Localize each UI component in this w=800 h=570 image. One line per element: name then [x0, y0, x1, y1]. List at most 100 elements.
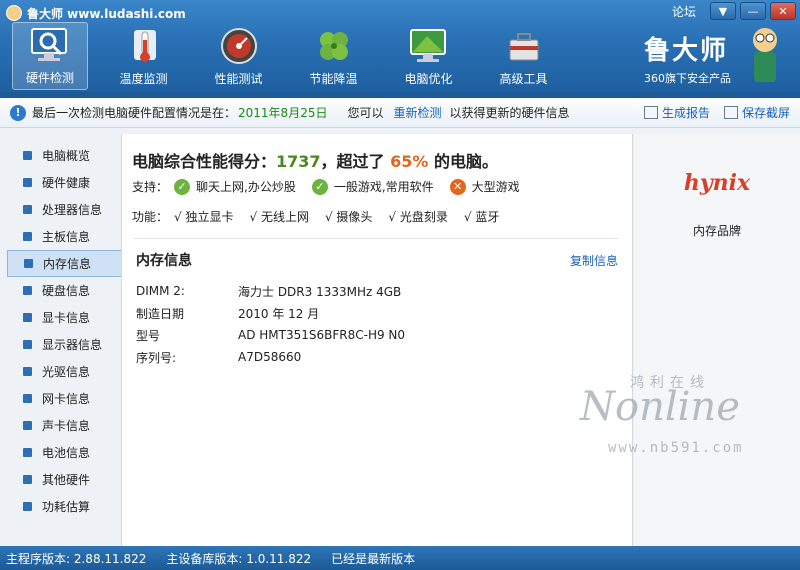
brand-panel: hynix 内存品牌 [634, 134, 800, 546]
sidebar-item-display[interactable]: 显示器信息 [7, 331, 125, 358]
support-row: 支持： ✓ 聊天上网,办公炒股 ✓ 一般游戏,常用软件 ✕ 大型游戏 [132, 178, 530, 195]
sidebar-item-health[interactable]: 硬件健康 [7, 169, 125, 196]
brand-subtitle: 360旗下安全产品 [644, 72, 731, 85]
bullet-icon [23, 367, 32, 376]
window-title-text: 鲁大师 www.ludashi.com [27, 6, 186, 21]
bullet-icon [23, 448, 32, 457]
sidebar-item-label: 声卡信息 [42, 419, 91, 433]
feature-item: √ 无线上网 [249, 210, 309, 224]
menu-dropdown-button[interactable]: ▼ [710, 2, 736, 20]
main-version: 主程序版本: 2.88.11.822 [6, 551, 147, 566]
score-mid: ，超过了 [320, 152, 385, 171]
sidebar-item-gpu[interactable]: 显卡信息 [7, 304, 125, 331]
forum-link[interactable]: 论坛 [672, 3, 696, 20]
features-row: 功能： √ 独立显卡 √ 无线上网 √ 摄像头 √ 光盘刻录 √ 蓝牙 [132, 208, 499, 225]
sidebar-item-memory[interactable]: 内存信息 [7, 250, 125, 277]
sidebar-item-sound[interactable]: 声卡信息 [7, 412, 125, 439]
table-row: 序列号: A7D58660 [136, 346, 405, 368]
watermark-main: Nonline [580, 384, 740, 430]
features-label: 功能： [132, 210, 169, 224]
brand-logo: 鲁大师 360旗下安全产品 [644, 24, 784, 90]
score-suffix: 的电脑。 [434, 152, 499, 171]
printer-icon [643, 106, 658, 119]
row-value: 2010 年 12 月 [238, 306, 320, 321]
bullet-icon [23, 286, 32, 295]
support-item: 大型游戏 [471, 180, 520, 194]
db-version: 主设备库版本: 1.0.11.822 [166, 551, 312, 566]
nav-hardware-detect[interactable]: 硬件检测 [12, 22, 88, 90]
bullet-icon [23, 232, 32, 241]
sidebar-item-cpu[interactable]: 处理器信息 [7, 196, 125, 223]
sidebar-item-other[interactable]: 其他硬件 [7, 466, 125, 493]
score-prefix: 电脑综合性能得分： [132, 152, 277, 171]
sidebar-item-label: 主板信息 [42, 230, 91, 244]
save-screenshot-label: 保存截屏 [741, 106, 790, 120]
info-prefix: 最后一次检测电脑硬件配置情况是在： [32, 106, 237, 120]
nav-label: 硬件检测 [25, 71, 74, 85]
sidebar-item-label: 硬盘信息 [42, 284, 91, 298]
generate-report-button[interactable]: 生成报告 [643, 104, 710, 121]
sidebar-item-label: 内存信息 [43, 257, 92, 271]
check-icon: ✓ [311, 178, 328, 195]
sidebar-item-label: 显示器信息 [42, 338, 103, 352]
nav-performance[interactable]: 性能测试 [191, 22, 286, 90]
support-item: 聊天上网,办公炒股 [196, 180, 296, 194]
sidebar-item-label: 电脑概览 [42, 149, 91, 163]
toolbox-icon [501, 26, 547, 66]
support-item: 一般游戏,常用软件 [333, 180, 434, 194]
main-nav: 硬件检测 温度监测 性能测试 节能降温 电脑优化 高级工具 [12, 22, 571, 90]
feature-item: √ 蓝牙 [463, 210, 500, 224]
sidebar-item-optical[interactable]: 光驱信息 [7, 358, 125, 385]
row-value: A7D58660 [238, 350, 302, 364]
divider [134, 238, 618, 239]
sidebar-item-label: 硬件健康 [42, 176, 91, 190]
main-area: 电脑概览 硬件健康 处理器信息 主板信息 内存信息 硬盘信息 显卡信息 显示器信… [0, 128, 800, 546]
mascot-icon [753, 28, 777, 82]
nav-power-saving[interactable]: 节能降温 [286, 22, 381, 90]
sidebar-item-label: 电池信息 [42, 446, 91, 460]
info-actions: 生成报告 保存截屏 [643, 104, 790, 121]
update-status: 已经是最新版本 [331, 551, 416, 566]
watermark-url: www.nb591.com [608, 440, 744, 456]
nav-label: 电脑优化 [404, 72, 453, 86]
content-panel: 电脑综合性能得分：1737，超过了 65% 的电脑。 支持： ✓ 聊天上网,办公… [121, 134, 633, 546]
sidebar-item-network[interactable]: 网卡信息 [7, 385, 125, 412]
row-value: AD HMT351S6BFR8C-H9 N0 [238, 328, 406, 342]
sidebar-item-battery[interactable]: 电池信息 [7, 439, 125, 466]
close-button[interactable]: ✕ [770, 2, 796, 20]
memory-brand-logo: hynix [683, 170, 751, 196]
sidebar: 电脑概览 硬件健康 处理器信息 主板信息 内存信息 硬盘信息 显卡信息 显示器信… [7, 142, 125, 520]
recheck-link[interactable]: 重新检测 [393, 104, 441, 121]
memory-section-title: 内存信息 [136, 253, 192, 269]
sidebar-item-label: 其他硬件 [42, 473, 91, 487]
row-key: 序列号: [136, 350, 177, 365]
generate-report-label: 生成报告 [661, 106, 710, 120]
sidebar-item-overview[interactable]: 电脑概览 [7, 142, 125, 169]
feature-item: √ 独立显卡 [174, 210, 234, 224]
bullet-icon [24, 259, 33, 268]
nav-advanced-tools[interactable]: 高级工具 [476, 22, 571, 90]
performance-score: 电脑综合性能得分：1737，超过了 65% 的电脑。 [132, 148, 498, 172]
memory-info-table: DIMM 2: 海力士 DDR3 1333MHz 4GB 制造日期 2010 年 1… [136, 280, 405, 368]
table-row: 制造日期 2010 年 12 月 [136, 302, 405, 324]
save-screenshot-button[interactable]: 保存截屏 [723, 104, 790, 121]
sidebar-item-label: 光驱信息 [42, 365, 91, 379]
clover-icon [311, 26, 357, 66]
cross-icon: ✕ [449, 178, 466, 195]
copy-info-link[interactable]: 复制信息 [570, 252, 618, 269]
memory-brand-label: 内存品牌 [692, 224, 741, 238]
camera-icon [723, 106, 738, 119]
info-can: 您可以 [347, 106, 384, 120]
window-controls: 论坛 ▼ — ✕ [672, 2, 796, 20]
sidebar-item-label: 处理器信息 [42, 203, 103, 217]
row-key: 制造日期 [136, 306, 185, 321]
minimize-button[interactable]: — [740, 2, 766, 20]
table-row: 型号 AD HMT351S6BFR8C-H9 N0 [136, 324, 405, 346]
nav-temperature[interactable]: 温度监测 [96, 22, 191, 90]
app-logo-icon [6, 5, 22, 21]
sidebar-item-motherboard[interactable]: 主板信息 [7, 223, 125, 250]
sidebar-item-power[interactable]: 功耗估算 [7, 493, 125, 520]
sidebar-item-disk[interactable]: 硬盘信息 [7, 277, 125, 304]
bullet-icon [23, 313, 32, 322]
nav-optimize[interactable]: 电脑优化 [381, 22, 476, 90]
